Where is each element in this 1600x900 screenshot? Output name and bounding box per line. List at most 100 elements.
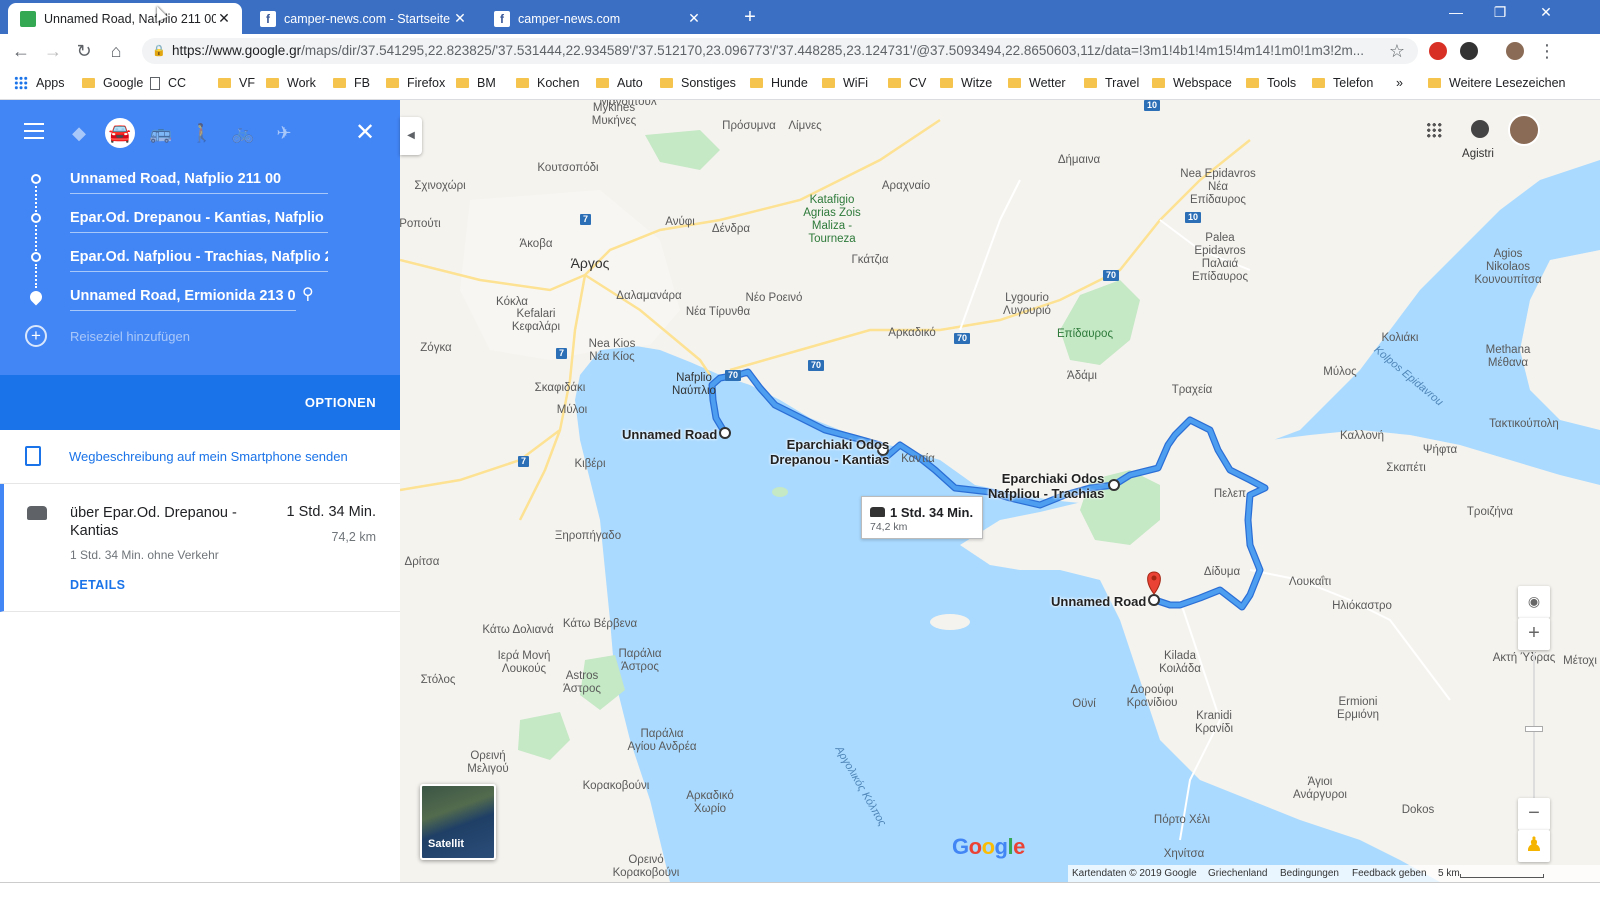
feedback-link[interactable]: Feedback geben	[1352, 868, 1427, 879]
zoom-slider-knob[interactable]	[1525, 726, 1543, 732]
bookmark-cv[interactable]: CV	[888, 76, 926, 90]
folder-icon	[822, 78, 835, 88]
map-place-label: Επίδαυρος	[1057, 328, 1113, 340]
route-option[interactable]: über Epar.Od. Drepanou - Kantias 1 Std. …	[0, 484, 400, 612]
bookmark-label: Sonstiges	[681, 76, 736, 90]
destination-input[interactable]: Unnamed Road, Ermionida 213 00	[70, 285, 296, 311]
google-apps-icon[interactable]	[1426, 122, 1442, 138]
send-to-phone-row[interactable]: Wegbeschreibung auf mein Smartphone send…	[0, 430, 400, 484]
tab-google-maps[interactable]: Unnamed Road, Nafplio 211 00 - Google Ma…	[8, 3, 242, 34]
search-icon[interactable]: ⚲	[302, 284, 314, 304]
street-view-pegman-icon[interactable]: ♟	[1518, 830, 1550, 862]
reload-button[interactable]: ↻	[71, 39, 97, 63]
bookmark-wifi[interactable]: WiFi	[822, 76, 868, 90]
bike-icon[interactable]: 🚲	[228, 118, 258, 148]
restore-button[interactable]: ❐	[1480, 4, 1520, 21]
profile-avatar[interactable]	[1506, 42, 1524, 60]
forward-button[interactable]: →	[40, 39, 66, 63]
tab-camper-news[interactable]: f camper-news.com ✕	[482, 3, 712, 34]
tab-camper-news-startseite[interactable]: f camper-news.com - Startseite ✕	[248, 3, 478, 34]
road-shield: 70	[1103, 270, 1120, 281]
flight-icon[interactable]: ✈	[269, 118, 299, 148]
home-button[interactable]: ⌂	[103, 39, 129, 63]
route-info-box[interactable]: 1 Std. 34 Min. 74,2 km	[861, 496, 983, 539]
bookmark-tools[interactable]: Tools	[1246, 76, 1296, 90]
map-place-label: Mykines Μυκήνες	[591, 102, 637, 127]
waypoint-dot-icon	[31, 174, 41, 184]
bookmark-kochen[interactable]: Kochen	[516, 76, 579, 90]
bookmark-google[interactable]: Google	[82, 76, 143, 90]
walk-icon[interactable]: 🚶	[187, 118, 217, 148]
route-traffic-note: 1 Std. 34 Min. ohne Verkehr	[70, 548, 219, 562]
window-close-button[interactable]: ✕	[1526, 4, 1566, 21]
options-button[interactable]: OPTIONEN	[305, 395, 376, 410]
extension-icon[interactable]	[1460, 42, 1478, 60]
map-place-label: Οϋνί	[1072, 698, 1096, 710]
bookmark-wetter[interactable]: Wetter	[1008, 76, 1066, 90]
bookmark-hunde[interactable]: Hunde	[750, 76, 808, 90]
terms-link[interactable]: Bedingungen	[1280, 868, 1339, 879]
waypoint-input-2[interactable]: Epar.Od. Drepanou - Kantias, Nafplio 211…	[70, 207, 328, 233]
my-location-button[interactable]: ◉	[1518, 586, 1550, 618]
tab-close-icon[interactable]: ✕	[216, 10, 232, 27]
notifications-icon[interactable]	[1471, 120, 1489, 138]
bookmark-travel[interactable]: Travel	[1084, 76, 1139, 90]
bookmark-auto[interactable]: Auto	[596, 76, 643, 90]
bookmark-label: Firefox	[407, 76, 446, 90]
bookmark-label: Hunde	[771, 76, 808, 90]
zoom-in-button[interactable]: +	[1518, 618, 1550, 650]
chrome-menu-icon[interactable]: ⋮	[1534, 39, 1560, 63]
bookmark-star-icon[interactable]: ☆	[1384, 39, 1410, 63]
bookmark-cc[interactable]: CC	[150, 76, 186, 90]
waypoint-input-3[interactable]: Epar.Od. Nafpliou - Trachias, Nafplio 21…	[70, 246, 328, 272]
details-button[interactable]: DETAILS	[70, 578, 125, 592]
directions-header: ◆ 🚘 🚌 🚶 🚲 ✈ ✕ Unnamed Road, Nafplio 211 …	[0, 100, 400, 430]
country-link[interactable]: Griechenland	[1208, 868, 1267, 879]
best-route-icon[interactable]: ◆	[64, 118, 94, 148]
add-destination-icon[interactable]: +	[25, 325, 47, 347]
minimize-button[interactable]: —	[1436, 4, 1476, 20]
bookmark-label: Webspace	[1173, 76, 1232, 90]
adblock-extension-icon[interactable]	[1429, 42, 1447, 60]
bookmark-fb[interactable]: FB	[333, 76, 370, 90]
bookmark-sonstiges[interactable]: Sonstiges	[660, 76, 736, 90]
back-button[interactable]: ←	[8, 39, 34, 63]
zoom-out-button[interactable]: −	[1518, 798, 1550, 830]
route-distance: 74,2 km	[331, 530, 376, 544]
account-avatar[interactable]	[1508, 114, 1540, 146]
close-directions-button[interactable]: ✕	[352, 118, 378, 147]
bookmark-telefon[interactable]: Telefon	[1312, 76, 1373, 90]
tab-close-icon[interactable]: ✕	[686, 10, 702, 27]
waypoint-connector	[35, 186, 37, 212]
bookmark-work[interactable]: Work	[266, 76, 316, 90]
folder-icon	[940, 78, 953, 88]
bookmarks-overflow-button[interactable]: »	[1396, 76, 1403, 90]
bookmark-label: WiFi	[843, 76, 868, 90]
road-shield: 70	[954, 333, 971, 344]
bookmark-bm[interactable]: BM	[456, 76, 496, 90]
tab-close-icon[interactable]: ✕	[452, 10, 468, 27]
map-place-label: Agios Nikolaos Κουνουπίτσα	[1474, 248, 1542, 286]
collapse-panel-button[interactable]: ◀	[400, 117, 422, 155]
bookmark-witze[interactable]: Witze	[940, 76, 992, 90]
send-to-phone-link[interactable]: Wegbeschreibung auf mein Smartphone send…	[69, 449, 348, 464]
bookmark-vf[interactable]: VF	[218, 76, 255, 90]
map-place-label: Κιβέρι	[574, 458, 606, 470]
car-icon[interactable]: 🚘	[105, 118, 135, 148]
waypoint-input-1[interactable]: Unnamed Road, Nafplio 211 00	[70, 168, 328, 194]
folder-icon	[218, 78, 231, 88]
bookmark-apps[interactable]: Apps	[14, 76, 65, 90]
scale-label: 5 km	[1438, 868, 1460, 879]
transit-icon[interactable]: 🚌	[146, 118, 176, 148]
map-place-label: Στόλος	[420, 674, 456, 686]
map-canvas[interactable]: Μανδιπουλ Mykines Μυκήνες Πρόσυμνα Λίμνες Δή…	[400, 100, 1600, 882]
map-place-label: Αρκαδικό	[888, 327, 936, 339]
add-destination-field[interactable]: Reiseziel hinzufügen	[70, 326, 328, 352]
menu-icon[interactable]	[24, 123, 44, 139]
bookmark-webspace[interactable]: Webspace	[1152, 76, 1232, 90]
address-bar[interactable]: 🔒 https://www.google.gr/maps/dir/37.5412…	[142, 38, 1418, 64]
bookmark-weitere-lesezeichen[interactable]: Weitere Lesezeichen	[1428, 76, 1566, 90]
bookmark-firefox[interactable]: Firefox	[386, 76, 445, 90]
satellite-toggle[interactable]: Satellit	[420, 784, 496, 860]
new-tab-button[interactable]: +	[738, 6, 762, 29]
